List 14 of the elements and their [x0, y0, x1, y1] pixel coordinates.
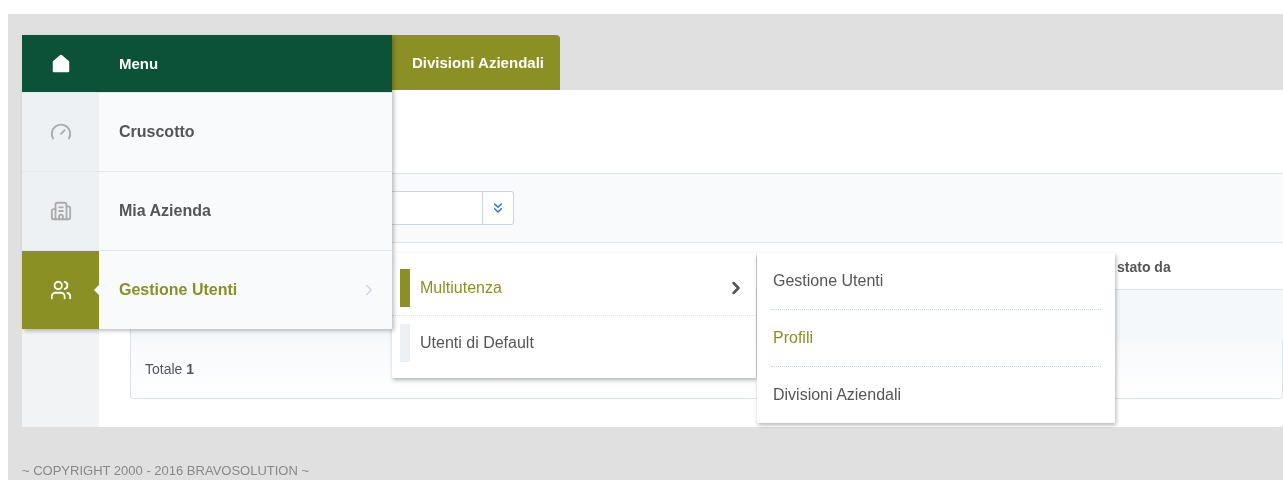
- total-count: Totale 1: [145, 361, 195, 377]
- menu-item[interactable]: Cruscotto: [22, 92, 392, 171]
- building-icon: [49, 200, 72, 222]
- column-header: stato da: [1117, 259, 1171, 275]
- select-field[interactable]: [392, 191, 514, 225]
- submenu-item[interactable]: Gestione Utenti: [771, 253, 1101, 309]
- submenu-item[interactable]: Multiutenza: [392, 261, 756, 315]
- submenu-item[interactable]: Profili: [771, 309, 1101, 366]
- submenu-item[interactable]: Utenti di Default: [392, 315, 756, 370]
- submenu-item[interactable]: Divisioni Aziendali: [771, 366, 1101, 423]
- users-icon: [49, 279, 72, 301]
- copyright: ~ COPYRIGHT 2000 - 2016 BRAVOSOLUTION ~: [22, 463, 311, 478]
- menu-item[interactable]: Mia Azienda: [22, 171, 392, 250]
- menu-title: Menu: [119, 55, 159, 72]
